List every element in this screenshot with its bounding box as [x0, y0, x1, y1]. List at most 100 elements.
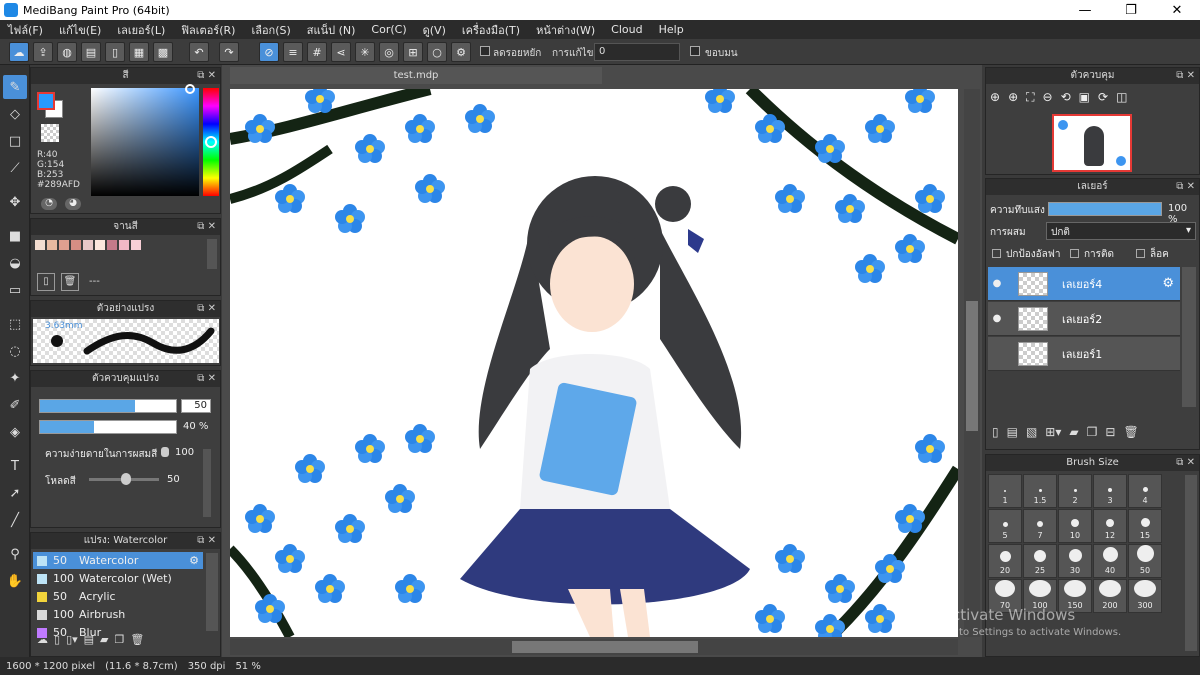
menu-cloud[interactable]: Cloud — [603, 23, 650, 36]
hue-slider[interactable] — [203, 88, 219, 196]
brush-gear-icon[interactable]: ⚙ — [189, 554, 199, 567]
copy-brush-icon[interactable]: ❐ — [115, 633, 125, 653]
curve-snap-icon[interactable]: ⊞ — [403, 42, 423, 62]
layer-row[interactable]: ● เลเยอร์4 ⚙ — [988, 267, 1180, 301]
add-brush-icon[interactable]: ▯▾ — [66, 633, 78, 653]
redo-icon[interactable]: ↷ — [219, 42, 239, 62]
palette-swatch[interactable] — [47, 240, 57, 250]
bucket-tool-icon[interactable]: ◒ — [3, 251, 27, 275]
navigator-thumbnail[interactable] — [1052, 114, 1132, 172]
palette-swatch[interactable] — [95, 240, 105, 250]
brush-size-cell[interactable]: 12 — [1093, 509, 1127, 543]
menu-filter[interactable]: ฟิลเตอร์(R) — [173, 21, 243, 39]
document-tab[interactable]: test.mdp — [230, 67, 602, 84]
color-swatches[interactable] — [37, 92, 63, 118]
cloud-icon[interactable]: ☁ — [9, 42, 29, 62]
saturation-value-picker[interactable] — [91, 84, 199, 196]
load-slider-handle[interactable] — [121, 473, 131, 485]
menu-layer[interactable]: เลเยอร์(L) — [109, 21, 173, 39]
close-button[interactable]: ✕ — [1154, 0, 1200, 20]
horizontal-scrollbar[interactable] — [230, 639, 958, 655]
layer-settings-icon[interactable]: ⚙ — [1162, 276, 1174, 291]
rectangle-tool-icon[interactable]: □ — [3, 129, 27, 153]
palette-swatch[interactable] — [107, 240, 117, 250]
brush-size-cell[interactable]: 15 — [1128, 509, 1162, 543]
brush-list-item[interactable]: 100 Watercolor (Wet) — [33, 570, 203, 587]
brush-settings-icon[interactable]: ▤ — [84, 633, 94, 653]
radial-snap-icon[interactable]: ✳ — [355, 42, 375, 62]
magic-wand-tool-icon[interactable]: ✦ — [3, 366, 27, 390]
maximize-button[interactable]: ❐ — [1108, 0, 1154, 20]
brush-size-cell[interactable]: 40 — [1093, 544, 1127, 578]
rotate-right-icon[interactable]: ⟳ — [1098, 90, 1108, 110]
brush-opacity-bar[interactable] — [39, 420, 177, 434]
merge-layer-icon[interactable]: ⊟ — [1105, 425, 1115, 445]
correction-select[interactable]: 0 — [594, 43, 680, 61]
transparent-swatch[interactable] — [41, 124, 59, 142]
layer-blend-select[interactable]: ปกติ ▾ — [1046, 222, 1196, 240]
brush-size-cell[interactable]: 3 — [1093, 474, 1127, 508]
clip-checkbox[interactable] — [1070, 249, 1079, 258]
new-palette-icon[interactable]: ▯ — [37, 273, 55, 291]
grid-snap-icon[interactable]: # — [307, 42, 327, 62]
menu-edit[interactable]: แก้ไข(E) — [51, 21, 109, 39]
zoom-out-icon[interactable]: ⊖ — [1043, 90, 1053, 110]
page-icon[interactable]: ▯ — [105, 42, 125, 62]
vertical-scroll-thumb[interactable] — [966, 301, 978, 431]
layer-opacity-bar[interactable] — [1048, 202, 1162, 216]
round-edge-checkbox[interactable] — [690, 46, 700, 56]
brush-control-scrollbar[interactable] — [203, 449, 211, 517]
eyedropper-tool-icon[interactable]: ⚲ — [3, 542, 27, 566]
menu-help[interactable]: Help — [651, 23, 692, 36]
brush-size-bar[interactable] — [39, 399, 177, 413]
menu-color[interactable]: Cor(C) — [363, 23, 414, 36]
brush-tool-icon[interactable]: ✎ — [3, 75, 27, 99]
antialias-checkbox[interactable] — [480, 46, 490, 56]
hand-tool-icon[interactable]: ✋ — [3, 569, 27, 593]
palette-swatch[interactable] — [119, 240, 129, 250]
foreground-color-swatch[interactable] — [37, 92, 55, 110]
color-wheel-icon[interactable]: ◔ — [41, 198, 57, 210]
brush-list-scrollbar[interactable] — [206, 553, 218, 631]
fit-icon[interactable]: ⛶ — [1026, 90, 1034, 110]
horizontal-scroll-thumb[interactable] — [512, 641, 698, 653]
brush-size-cell[interactable]: 1 — [988, 474, 1022, 508]
gradient-tool-icon[interactable]: ▭ — [3, 278, 27, 302]
brush-size-cell[interactable]: 50 — [1128, 544, 1162, 578]
menu-select[interactable]: เลือก(S) — [243, 21, 298, 39]
brush-size-value[interactable]: 50 — [181, 399, 211, 413]
circle-snap-icon[interactable]: ◎ — [379, 42, 399, 62]
select-eraser-tool-icon[interactable]: ◈ — [3, 420, 27, 444]
move-tool-icon[interactable]: ✥ — [3, 190, 27, 214]
duplicate-layer-icon[interactable]: ❐ — [1087, 425, 1098, 445]
palette-swatch[interactable] — [71, 240, 81, 250]
settings-snap-icon[interactable]: ⚙ — [451, 42, 471, 62]
layer-row[interactable]: เลเยอร์1 — [988, 337, 1180, 371]
brush-size-cell[interactable]: 4 — [1128, 474, 1162, 508]
menu-file[interactable]: ไฟล์(F) — [0, 21, 51, 39]
palette-swatch[interactable] — [35, 240, 45, 250]
speech-bubble-icon[interactable]: ◍ — [57, 42, 77, 62]
palette-swatch[interactable] — [131, 240, 141, 250]
new-brush-icon[interactable]: ▯ — [54, 633, 60, 653]
sv-cursor[interactable] — [185, 84, 195, 94]
artboard[interactable] — [230, 89, 958, 637]
brush-size-cell[interactable]: 300 — [1128, 579, 1162, 613]
layer-folder-icon[interactable]: ▰ — [1069, 425, 1078, 445]
vertical-scrollbar[interactable] — [964, 89, 980, 637]
perspective-snap-icon[interactable]: ⋖ — [331, 42, 351, 62]
divide-tool-icon[interactable]: ╱ — [3, 508, 27, 532]
fill-rect-tool-icon[interactable]: ■ — [3, 224, 27, 248]
actual-size-icon[interactable]: ▣ — [1079, 90, 1090, 110]
operation-tool-icon[interactable]: ➚ — [3, 481, 27, 505]
brush-list-item[interactable]: 100 Airbrush — [33, 606, 203, 623]
blend-slider-handle[interactable] — [161, 447, 169, 457]
lock-checkbox[interactable] — [1136, 249, 1145, 258]
ellipse-snap-icon[interactable]: ○ — [427, 42, 447, 62]
cloud-brush-icon[interactable]: ☁ — [37, 633, 48, 653]
brush-list-item[interactable]: 50 Acrylic — [33, 588, 203, 605]
eraser-tool-icon[interactable]: ◇ — [3, 102, 27, 126]
undo-icon[interactable]: ↶ — [189, 42, 209, 62]
layer-visibility-icon[interactable]: ● — [990, 313, 1004, 324]
zoom-in-icon[interactable]: ⊕ — [990, 90, 1000, 110]
